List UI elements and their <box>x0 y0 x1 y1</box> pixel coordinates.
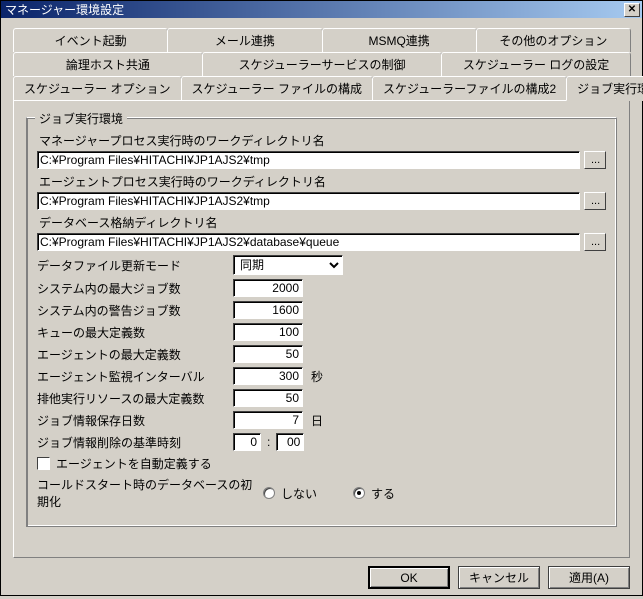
radio-cold-init-no[interactable] <box>263 487 275 499</box>
content-area: イベント起動 メール連携 MSMQ連携 その他のオプション 論理ホスト共通 スケ… <box>1 18 642 558</box>
tab-row-2: 論理ホスト共通 スケジューラーサービスの制御 スケジューラー ログの設定 <box>13 52 630 76</box>
tab-scheduler-log[interactable]: スケジューラー ログの設定 <box>441 52 631 76</box>
label-db-dir: データベース格納ディレクトリ名 <box>39 214 606 231</box>
label-excl-max: 排他実行リソースの最大定義数 <box>37 390 227 407</box>
tab-logical-host[interactable]: 論理ホスト共通 <box>13 52 203 76</box>
tab-scheduler-file2[interactable]: スケジューラーファイルの構成2 <box>372 76 567 100</box>
label-retain-days: ジョブ情報保存日数 <box>37 412 227 429</box>
checkbox-auto-define-agent[interactable] <box>37 457 50 470</box>
manager-env-settings-window: マネージャー環境設定 ✕ イベント起動 メール連携 MSMQ連携 その他のオプシ… <box>0 0 643 596</box>
label-max-jobs: システム内の最大ジョブ数 <box>37 280 227 297</box>
browse-db-dir[interactable]: ... <box>584 233 606 251</box>
input-agent-interval[interactable] <box>233 367 303 385</box>
input-delete-hour[interactable] <box>233 433 261 451</box>
cancel-button[interactable]: キャンセル <box>458 566 540 589</box>
unit-seconds: 秒 <box>311 368 323 385</box>
label-agent-workdir: エージェントプロセス実行時のワークディレクトリ名 <box>39 173 606 190</box>
tab-event-startup[interactable]: イベント起動 <box>13 28 168 52</box>
browse-agent-workdir[interactable]: ... <box>584 192 606 210</box>
label-agent-interval: エージェント監視インターバル <box>37 368 227 385</box>
close-icon[interactable]: ✕ <box>624 3 640 17</box>
label-cold-init: コールドスタート時のデータベースの初期化 <box>37 476 257 510</box>
input-manager-workdir[interactable] <box>37 151 580 169</box>
tab-scheduler-file[interactable]: スケジューラー ファイルの構成 <box>181 76 374 100</box>
input-agent-workdir[interactable] <box>37 192 580 210</box>
label-cold-yes: する <box>371 485 395 502</box>
apply-button[interactable]: 適用(A) <box>548 566 630 589</box>
input-max-jobs[interactable] <box>233 279 303 297</box>
label-cold-no: しない <box>281 485 317 502</box>
label-manager-workdir: マネージャープロセス実行時のワークディレクトリ名 <box>39 132 606 149</box>
tabs: イベント起動 メール連携 MSMQ連携 その他のオプション 論理ホスト共通 スケ… <box>13 28 630 558</box>
input-delete-min[interactable] <box>276 433 304 451</box>
input-queue-max[interactable] <box>233 323 303 341</box>
tab-mail[interactable]: メール連携 <box>167 28 322 52</box>
label-queue-max: キューの最大定義数 <box>37 324 227 341</box>
group-job-exec-env: ジョブ実行環境 マネージャープロセス実行時のワークディレクトリ名 ... エージ… <box>26 117 617 527</box>
tab-scheduler-service-ctrl[interactable]: スケジューラーサービスの制御 <box>202 52 442 76</box>
tab-row-3: スケジューラー オプション スケジューラー ファイルの構成 スケジューラーファイ… <box>13 76 630 100</box>
label-agent-max: エージェントの最大定義数 <box>37 346 227 363</box>
browse-manager-workdir[interactable]: ... <box>584 151 606 169</box>
input-agent-max[interactable] <box>233 345 303 363</box>
label-warn-jobs: システム内の警告ジョブ数 <box>37 302 227 319</box>
label-delete-time: ジョブ情報削除の基準時刻 <box>37 434 227 451</box>
label-update-mode: データファイル更新モード <box>37 257 227 274</box>
window-title: マネージャー環境設定 <box>5 1 624 18</box>
ok-button[interactable]: OK <box>368 566 450 589</box>
input-excl-max[interactable] <box>233 389 303 407</box>
titlebar: マネージャー環境設定 ✕ <box>1 1 642 18</box>
time-colon: : <box>267 435 270 449</box>
select-update-mode[interactable]: 同期 <box>233 255 343 275</box>
dialog-button-bar: OK キャンセル 適用(A) <box>1 558 642 599</box>
input-retain-days[interactable] <box>233 411 303 429</box>
input-warn-jobs[interactable] <box>233 301 303 319</box>
tab-other-options[interactable]: その他のオプション <box>476 28 631 52</box>
input-db-dir[interactable] <box>37 233 580 251</box>
unit-days: 日 <box>311 412 323 429</box>
tab-row-1: イベント起動 メール連携 MSMQ連携 その他のオプション <box>13 28 630 52</box>
tab-scheduler-options[interactable]: スケジューラー オプション <box>13 76 182 100</box>
tab-panel-job-exec-env: ジョブ実行環境 マネージャープロセス実行時のワークディレクトリ名 ... エージ… <box>13 100 630 558</box>
tab-job-exec-env[interactable]: ジョブ実行環境 <box>566 76 643 101</box>
group-legend: ジョブ実行環境 <box>35 110 127 127</box>
radio-cold-init-yes[interactable] <box>353 487 365 499</box>
label-auto-define-agent: エージェントを自動定義する <box>56 455 212 472</box>
tab-msmq[interactable]: MSMQ連携 <box>322 28 477 52</box>
